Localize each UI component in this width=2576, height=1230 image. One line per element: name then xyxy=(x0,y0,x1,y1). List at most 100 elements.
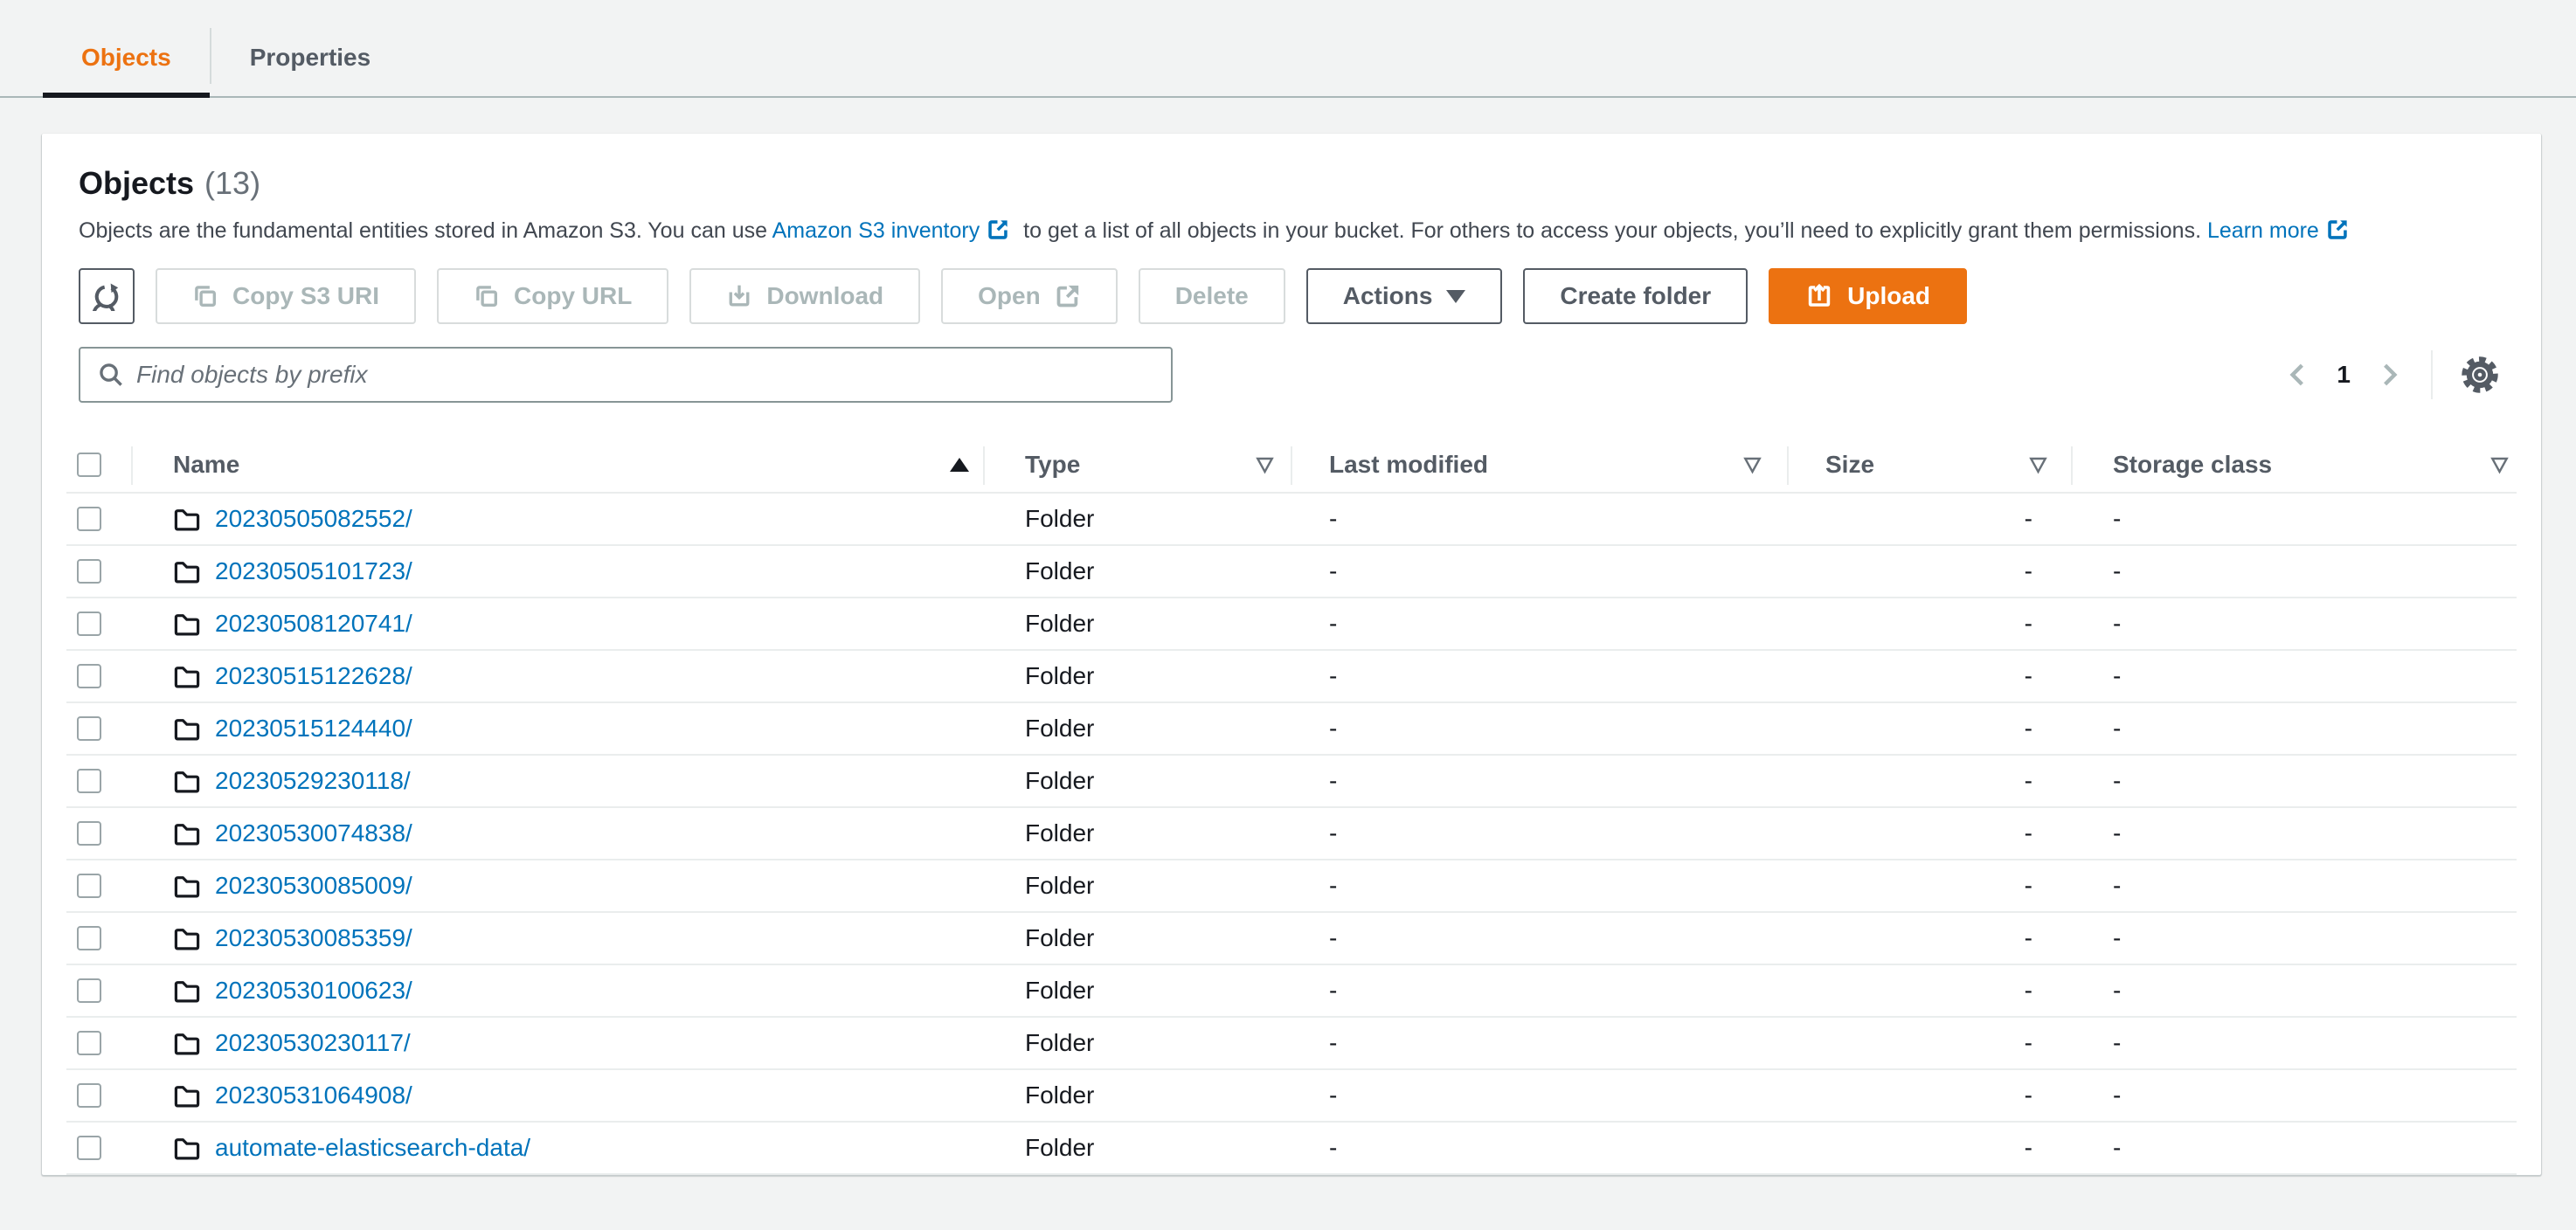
inventory-link[interactable]: Amazon S3 inventory xyxy=(772,218,980,243)
toolbar: Copy S3 URI Copy URL Download Open Delet… xyxy=(42,268,2541,324)
upload-button[interactable]: Upload xyxy=(1769,268,1968,324)
row-storage-class-cell: - xyxy=(2113,1134,2122,1161)
object-count: (13) xyxy=(204,165,261,201)
folder-icon xyxy=(173,507,201,532)
column-header-type[interactable]: Type xyxy=(983,438,1291,492)
tab-objects[interactable]: Objects xyxy=(43,19,210,98)
object-name-link[interactable]: automate-elasticsearch-data/ xyxy=(215,1134,530,1162)
copy-s3-uri-button[interactable]: Copy S3 URI xyxy=(156,268,417,324)
table-row: 20230505101723/ Folder - - - xyxy=(66,546,2517,598)
folder-icon xyxy=(173,821,201,846)
panel-title-text: Objects xyxy=(79,165,195,201)
row-checkbox[interactable] xyxy=(77,769,101,793)
row-last-modified-cell: - xyxy=(1329,977,1338,1004)
row-name-cell: 20230529230118/ xyxy=(131,756,983,806)
row-storage-class-cell: - xyxy=(2113,610,2122,637)
row-type-cell: Folder xyxy=(1025,767,1095,794)
row-name-cell: automate-elasticsearch-data/ xyxy=(131,1123,983,1173)
row-last-modified-cell: - xyxy=(1329,505,1338,532)
row-storage-class-cell: - xyxy=(2113,819,2122,846)
table-row: 20230530230117/ Folder - - - xyxy=(66,1018,2517,1070)
row-storage-class-cell: - xyxy=(2113,557,2122,584)
row-last-modified-cell: - xyxy=(1329,557,1338,584)
row-last-modified-cell: - xyxy=(1329,872,1338,899)
copy-url-button[interactable]: Copy URL xyxy=(437,268,669,324)
column-header-name[interactable]: Name xyxy=(131,438,983,492)
row-storage-class-cell: - xyxy=(2113,924,2122,951)
object-name-link[interactable]: 20230530074838/ xyxy=(215,819,412,847)
row-checkbox[interactable] xyxy=(77,1083,101,1108)
select-all-checkbox[interactable] xyxy=(77,453,101,477)
row-select-cell xyxy=(66,598,131,649)
object-name-link[interactable]: 20230530085009/ xyxy=(215,872,412,900)
row-checkbox[interactable] xyxy=(77,1031,101,1055)
column-header-storage-class[interactable]: Storage class xyxy=(2071,438,2517,492)
external-link-icon xyxy=(1055,283,1081,309)
tab-properties[interactable]: Properties xyxy=(211,19,410,96)
column-header-last-modified[interactable]: Last modified xyxy=(1291,438,1787,492)
object-name-link[interactable]: 20230529230118/ xyxy=(215,767,411,795)
learn-more-link[interactable]: Learn more xyxy=(2207,218,2319,243)
table-header: Name Type Last modified Size Storage cla xyxy=(66,438,2517,494)
column-header-size[interactable]: Size xyxy=(1787,438,2071,492)
preferences-button[interactable] xyxy=(2455,350,2504,399)
object-name-link[interactable]: 20230515124440/ xyxy=(215,715,412,743)
refresh-icon xyxy=(92,281,121,311)
folder-icon xyxy=(173,1031,201,1056)
folder-icon xyxy=(173,612,201,637)
pagination-controls: 1 xyxy=(2279,350,2504,399)
row-checkbox[interactable] xyxy=(77,874,101,898)
row-type-cell: Folder xyxy=(1025,977,1095,1004)
search-input[interactable] xyxy=(136,361,1153,389)
folder-icon xyxy=(173,926,201,951)
row-checkbox[interactable] xyxy=(77,664,101,688)
next-page-button[interactable] xyxy=(2370,356,2408,394)
row-checkbox[interactable] xyxy=(77,821,101,846)
open-button[interactable]: Open xyxy=(941,268,1118,324)
row-size-cell: - xyxy=(2024,1029,2032,1056)
object-name-link[interactable]: 20230505082552/ xyxy=(215,505,412,533)
row-type-cell: Folder xyxy=(1025,715,1095,742)
row-storage-class-cell: - xyxy=(2113,662,2122,689)
row-select-cell xyxy=(66,1070,131,1121)
download-button[interactable]: Download xyxy=(689,268,921,324)
delete-button[interactable]: Delete xyxy=(1138,268,1285,324)
row-checkbox[interactable] xyxy=(77,926,101,950)
row-size-cell: - xyxy=(2024,557,2032,584)
row-size-cell: - xyxy=(2024,505,2032,532)
object-name-link[interactable]: 20230530085359/ xyxy=(215,924,412,952)
object-name-link[interactable]: 20230531064908/ xyxy=(215,1081,412,1109)
previous-page-button[interactable] xyxy=(2279,356,2317,394)
controls-divider xyxy=(2431,350,2433,399)
object-name-link[interactable]: 20230530100623/ xyxy=(215,977,412,1005)
object-name-link[interactable]: 20230515122628/ xyxy=(215,662,412,690)
table-row: 20230505082552/ Folder - - - xyxy=(66,494,2517,546)
row-name-cell: 20230530085359/ xyxy=(131,913,983,964)
row-checkbox[interactable] xyxy=(77,507,101,531)
object-name-link[interactable]: 20230508120741/ xyxy=(215,610,412,638)
row-checkbox[interactable] xyxy=(77,978,101,1003)
row-size-cell: - xyxy=(2024,610,2032,637)
create-folder-button[interactable]: Create folder xyxy=(1523,268,1748,324)
object-name-link[interactable]: 20230530230117/ xyxy=(215,1029,411,1057)
row-checkbox[interactable] xyxy=(77,559,101,584)
delete-label: Delete xyxy=(1174,282,1249,309)
refresh-button[interactable] xyxy=(79,268,135,324)
row-type-cell: Folder xyxy=(1025,1081,1095,1109)
caret-down-icon xyxy=(1446,289,1466,303)
object-name-link[interactable]: 20230505101723/ xyxy=(215,557,412,585)
row-storage-class-cell: - xyxy=(2113,1029,2122,1056)
row-checkbox[interactable] xyxy=(77,612,101,636)
table-row: 20230529230118/ Folder - - - xyxy=(66,756,2517,808)
row-size-cell: - xyxy=(2024,1081,2032,1109)
table-row: 20230515122628/ Folder - - - xyxy=(66,651,2517,703)
row-size-cell: - xyxy=(2024,715,2032,742)
column-label-size: Size xyxy=(1825,451,1875,478)
pagination-current-page[interactable]: 1 xyxy=(2337,361,2351,389)
row-checkbox[interactable] xyxy=(77,1136,101,1160)
row-name-cell: 20230505082552/ xyxy=(131,494,983,544)
row-checkbox[interactable] xyxy=(77,716,101,741)
actions-button[interactable]: Actions xyxy=(1305,268,1503,324)
row-type-cell: Folder xyxy=(1025,505,1095,532)
search-icon xyxy=(98,362,124,388)
